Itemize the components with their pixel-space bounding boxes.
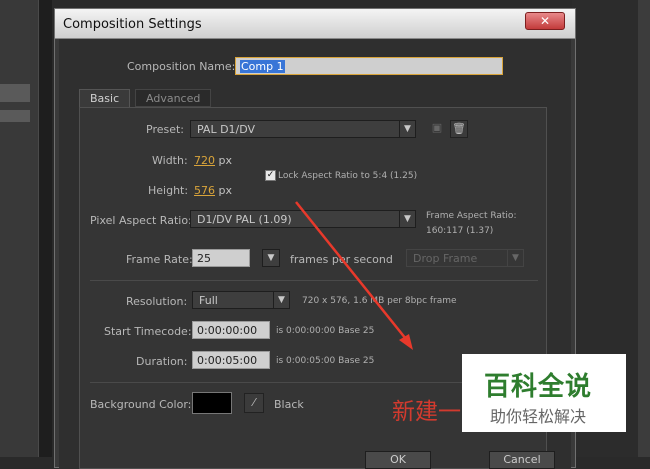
start-timecode-input[interactable]: 0:00:00:00	[192, 321, 270, 339]
preset-value: PAL D1/DV	[197, 123, 256, 136]
frame-rate-input[interactable]: 25	[192, 249, 250, 267]
resolution-info: 720 x 576, 1.6 MB per 8bpc frame	[302, 296, 457, 306]
close-button[interactable]: ✕	[525, 12, 565, 30]
background-color-name: Black	[274, 398, 304, 411]
pixel-aspect-dropdown[interactable]: D1/DV PAL (1.09) ▼	[190, 210, 416, 228]
lock-aspect-checkbox[interactable]: ✓	[265, 170, 276, 181]
frame-rate-value: 25	[197, 252, 211, 265]
width-unit: px	[218, 154, 233, 167]
background-left-panel	[0, 0, 38, 457]
chevron-down-icon: ▼	[273, 292, 289, 308]
close-icon: ✕	[539, 14, 551, 28]
background-panel-header	[0, 84, 30, 102]
preset-dropdown[interactable]: PAL D1/DV ▼	[190, 120, 416, 138]
height-unit: px	[218, 184, 233, 197]
height-field[interactable]: 576 px	[194, 184, 232, 197]
tab-advanced[interactable]: Advanced	[135, 89, 212, 107]
tab-advanced-label: Advanced	[146, 92, 201, 105]
cancel-button[interactable]: Cancel	[489, 451, 555, 469]
tab-basic-label: Basic	[90, 92, 120, 105]
watermark-subtitle: 助你轻松解决	[490, 407, 587, 426]
resolution-value: Full	[199, 294, 218, 307]
drop-frame-dropdown[interactable]: Drop Frame ▼	[406, 249, 524, 267]
frame-rate-dropdown[interactable]: ▼	[262, 249, 280, 267]
composition-name-label: Composition Name:	[127, 60, 236, 73]
dialog-title: Composition Settings	[63, 17, 202, 32]
background-scrollbar[interactable]	[638, 0, 650, 457]
eyedropper-icon[interactable]: ⁄	[244, 393, 264, 413]
resolution-dropdown[interactable]: Full ▼	[192, 291, 290, 309]
duration-info: is 0:00:05:00 Base 25	[276, 356, 375, 366]
annotation-text: 新建一	[392, 399, 461, 425]
dialog-titlebar[interactable]: Composition Settings ✕	[55, 9, 575, 39]
start-timecode-info: is 0:00:00:00 Base 25	[276, 326, 375, 336]
chevron-down-icon: ▼	[399, 121, 415, 137]
duration-input[interactable]: 0:00:05:00	[192, 351, 270, 369]
width-value[interactable]: 720	[194, 154, 215, 167]
chevron-down-icon: ▼	[507, 250, 523, 266]
duration-value: 0:00:05:00	[197, 354, 258, 367]
width-label: Width:	[152, 154, 188, 167]
ok-button-label: OK	[390, 453, 406, 466]
divider	[90, 280, 538, 281]
frame-rate-suffix: frames per second	[290, 253, 393, 266]
cancel-button-label: Cancel	[503, 453, 541, 466]
width-field[interactable]: 720 px	[194, 154, 232, 167]
height-value[interactable]: 576	[194, 184, 215, 197]
composition-name-input[interactable]: Comp 1	[235, 57, 503, 75]
save-preset-icon[interactable]: ▣	[428, 120, 446, 138]
start-timecode-value: 0:00:00:00	[197, 324, 258, 337]
watermark-logo: 百科全说 助你轻松解决	[462, 354, 626, 432]
pixel-aspect-value: D1/DV PAL (1.09)	[197, 213, 292, 226]
background-scroll-column	[38, 0, 52, 457]
trash-icon[interactable]: 🗑	[450, 120, 468, 138]
frame-rate-label: Frame Rate:	[126, 253, 193, 266]
pixel-aspect-label: Pixel Aspect Ratio:	[90, 214, 192, 227]
height-label: Height:	[148, 184, 189, 197]
ok-button[interactable]: OK	[365, 451, 431, 469]
lock-aspect-label: Lock Aspect Ratio to 5:4 (1.25)	[278, 171, 418, 181]
background-color-label: Background Color:	[90, 398, 192, 411]
resolution-label: Resolution:	[126, 295, 188, 308]
background-panel-row	[0, 110, 30, 122]
frame-aspect-label: Frame Aspect Ratio:	[426, 211, 517, 221]
start-timecode-label: Start Timecode:	[104, 325, 192, 338]
tab-basic[interactable]: Basic	[79, 89, 131, 107]
chevron-down-icon: ▼	[399, 211, 415, 227]
frame-aspect-value: 160:117 (1.37)	[426, 226, 494, 236]
preset-label: Preset:	[146, 123, 185, 136]
drop-frame-value: Drop Frame	[413, 252, 478, 265]
chevron-down-icon: ▼	[267, 253, 275, 263]
watermark-title: 百科全说	[484, 372, 593, 402]
background-color-swatch[interactable]	[192, 392, 232, 414]
duration-label: Duration:	[136, 355, 188, 368]
composition-name-value: Comp 1	[240, 60, 285, 73]
